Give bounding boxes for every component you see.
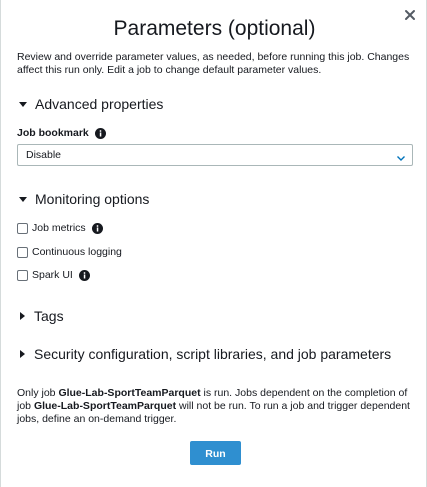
tags-label: Tags [34,308,64,324]
dialog-title: Parameters (optional) [113,17,316,40]
notice-text-1: Only job [17,387,59,399]
job-metrics-checkbox[interactable] [17,222,28,234]
job-metrics-option: Job metrics [17,222,103,234]
caret-right-icon [20,312,25,320]
job-bookmark-select[interactable]: Disable [17,144,413,166]
spark-ui-label: Spark UI [32,269,73,281]
chevron-down-icon [396,150,406,170]
info-icon[interactable] [78,269,90,281]
notice-job-name-1: Glue-Lab-SportTeamParquet [58,387,201,399]
info-icon[interactable] [94,127,106,139]
caret-right-icon [20,350,25,358]
job-metrics-label: Job metrics [32,222,86,234]
run-job-button[interactable]: Run job [190,441,241,484]
security-configuration-toggle[interactable]: Security configuration, script libraries… [19,346,391,362]
continuous-logging-label: Continuous logging [32,246,122,258]
run-scope-notice: Only job Glue-Lab-SportTeamParquet is ru… [17,387,417,426]
job-bookmark-label: Job bookmark [17,127,89,139]
parameters-dialog: Parameters (optional) Review and overrid… [0,0,427,487]
caret-down-icon [19,101,27,107]
job-bookmark-selected-value: Disable [26,149,62,161]
info-icon[interactable] [91,222,103,234]
advanced-properties-label: Advanced properties [35,96,164,112]
monitoring-options-toggle[interactable]: Monitoring options [19,191,149,207]
job-bookmark-label-row: Job bookmark [17,127,106,139]
tags-toggle[interactable]: Tags [19,308,64,324]
notice-job-name-2: Glue-Lab-SportTeamParquet [33,400,177,412]
continuous-logging-checkbox[interactable] [17,246,28,258]
continuous-logging-option: Continuous logging [17,246,122,258]
dialog-description: Review and override parameter values, as… [17,51,410,76]
spark-ui-option: Spark UI [17,269,90,281]
spark-ui-checkbox[interactable] [17,269,28,281]
monitoring-options-label: Monitoring options [35,191,150,207]
caret-down-icon [19,196,27,202]
security-configuration-label: Security configuration, script libraries… [34,346,392,362]
advanced-properties-toggle[interactable]: Advanced properties [19,96,163,112]
